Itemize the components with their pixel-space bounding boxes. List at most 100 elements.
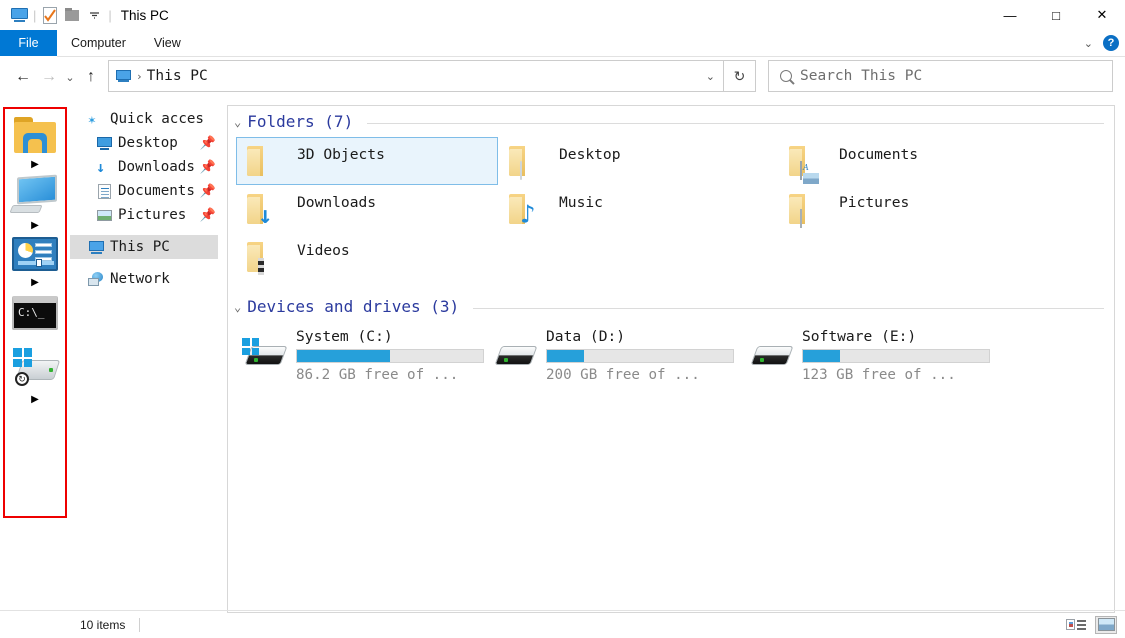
quick-access-toolbar: | | This PC xyxy=(0,0,169,30)
tab-view[interactable]: View xyxy=(140,30,195,56)
drive-name-data-d: Data (D:) xyxy=(546,328,626,345)
forward-button[interactable]: → xyxy=(36,64,62,90)
pin-icon-downloads[interactable]: 📌 xyxy=(200,160,216,175)
search-box[interactable]: Search This PC xyxy=(768,60,1113,92)
search-icon xyxy=(780,70,792,82)
pin-icon-desktop[interactable]: 📌 xyxy=(200,136,216,151)
folder-tile-downloads[interactable]: ↓ Downloads xyxy=(236,185,498,233)
downloads-icon: ↓ xyxy=(96,157,106,176)
item-count-label: 10 items xyxy=(80,617,126,632)
sidebar-item-pictures[interactable]: Pictures 📌 xyxy=(70,203,218,227)
drive-icon xyxy=(748,338,794,378)
breadcrumb-this-pc-icon[interactable] xyxy=(115,69,132,83)
folders-grid: 3D Objects Desktop Documents ↓ Downloads xyxy=(228,133,1114,281)
view-toggle-group xyxy=(1065,615,1117,634)
sidebar-item-documents[interactable]: Documents 📌 xyxy=(70,179,218,203)
new-folder-icon[interactable] xyxy=(61,4,83,26)
windows-drive-icon: ↻ xyxy=(11,348,61,388)
folder-label-3d-objects: 3D Objects xyxy=(297,145,385,163)
maximize-button[interactable]: □ xyxy=(1033,0,1079,30)
annotation-item-folder[interactable]: ▶ xyxy=(14,117,56,176)
folder-tile-music[interactable]: ♪ Music xyxy=(498,185,778,233)
properties-icon[interactable] xyxy=(39,4,61,26)
up-button[interactable]: ↑ xyxy=(78,64,104,90)
pin-icon-pictures[interactable]: 📌 xyxy=(200,208,216,223)
help-icon[interactable]: ? xyxy=(1103,35,1119,51)
breadcrumb-path[interactable]: This PC xyxy=(147,68,208,84)
devices-group-title: Devices and drives (3) xyxy=(247,297,460,316)
sidebar-item-this-pc[interactable]: This PC xyxy=(70,235,218,259)
group-rule xyxy=(473,308,1104,309)
annotation-item-windows-drive[interactable]: ↻ ▶ xyxy=(11,348,61,411)
chevron-down-icon[interactable]: ⌄ xyxy=(234,115,241,129)
back-button[interactable]: ← xyxy=(10,64,36,90)
details-view-icon[interactable] xyxy=(1065,616,1087,634)
sidebar-item-desktop[interactable]: Desktop 📌 xyxy=(70,131,218,155)
drive-free-data-d: 200 GB free of ... xyxy=(546,367,700,383)
close-button[interactable]: ✕ xyxy=(1079,0,1125,30)
address-field[interactable]: › This PC ⌄ xyxy=(108,60,724,92)
tab-computer[interactable]: Computer xyxy=(57,30,140,56)
annotation-item-control-panel[interactable]: ▶ xyxy=(12,237,58,294)
star-pin-icon: ✶ xyxy=(88,112,96,128)
sidebar-item-network[interactable]: Network xyxy=(70,267,218,291)
qat-divider-2: | xyxy=(108,7,112,23)
sidebar-label-this-pc: This PC xyxy=(110,239,170,255)
content-pane: ⌄ Folders (7) 3D Objects Desktop Documen… xyxy=(227,105,1115,613)
annotation-arrow-2: ▶ xyxy=(31,220,39,231)
folder-tile-documents[interactable]: Documents xyxy=(778,137,1078,185)
minimize-button[interactable]: — xyxy=(987,0,1033,30)
status-divider xyxy=(139,617,141,632)
sidebar-label-desktop: Desktop xyxy=(118,135,178,151)
pictures-icon xyxy=(96,208,113,223)
refresh-button[interactable]: ↻ xyxy=(724,60,756,92)
folder-videos-icon xyxy=(245,238,285,276)
drive-tile-software-e[interactable]: Software (E:) 123 GB free of ... xyxy=(742,324,1042,387)
recent-locations-button[interactable]: ⌄ xyxy=(62,64,78,90)
large-icons-view-icon[interactable] xyxy=(1095,615,1117,634)
windows-drive-icon xyxy=(242,338,288,378)
folder-desktop-icon xyxy=(507,142,547,180)
qat-dropdown-icon[interactable] xyxy=(83,4,105,26)
devices-group-header[interactable]: ⌄ Devices and drives (3) xyxy=(228,291,1114,318)
sidebar-label-network: Network xyxy=(110,271,170,287)
drive-name-software-e: Software (E:) xyxy=(802,328,917,345)
collapse-ribbon-icon[interactable]: ⌄ xyxy=(1084,37,1093,50)
folder-label-documents: Documents xyxy=(839,145,919,163)
folder-label-downloads: Downloads xyxy=(297,193,377,211)
folder-tile-videos[interactable]: Videos xyxy=(236,233,498,281)
folder-label-desktop: Desktop xyxy=(559,145,621,163)
tab-file[interactable]: File xyxy=(0,30,57,56)
this-pc-monitor-icon xyxy=(9,174,59,214)
pin-icon-documents[interactable]: 📌 xyxy=(200,184,216,199)
drive-tile-system-c[interactable]: System (C:) 86.2 GB free of ... xyxy=(236,324,486,387)
annotation-arrow-1: ▶ xyxy=(31,159,39,170)
drive-icon xyxy=(492,338,538,378)
chevron-down-icon[interactable]: ⌄ xyxy=(234,300,241,314)
sidebar-item-downloads[interactable]: ↓ Downloads 📌 xyxy=(70,155,218,179)
annotation-item-this-pc[interactable]: ▶ xyxy=(9,174,59,237)
folders-group-header[interactable]: ⌄ Folders (7) xyxy=(228,106,1114,133)
folder-music-icon: ♪ xyxy=(507,190,547,228)
sidebar-item-quick-access[interactable]: ✶ Quick acces xyxy=(70,107,218,131)
annotation-arrow-3: ▶ xyxy=(31,277,39,288)
annotation-item-command-prompt[interactable]: C:\_ xyxy=(12,296,58,330)
folder-tile-desktop[interactable]: Desktop xyxy=(498,137,778,185)
folder-tile-pictures[interactable]: Pictures xyxy=(778,185,1078,233)
drive-usage-bar-data-d xyxy=(546,349,734,363)
window-title: This PC xyxy=(120,7,169,23)
folder-tile-3d-objects[interactable]: 3D Objects xyxy=(236,137,498,185)
navigation-pane: ✶ Quick acces Desktop 📌 ↓ Downloads 📌 Do… xyxy=(70,107,218,607)
window-controls: — □ ✕ xyxy=(987,0,1125,30)
folder-3d-objects-icon xyxy=(245,142,285,180)
status-bar: 10 items xyxy=(0,610,1125,638)
qat-divider-1: | xyxy=(33,7,37,23)
address-dropdown-icon[interactable]: ⌄ xyxy=(706,70,715,83)
drive-tile-data-d[interactable]: Data (D:) 200 GB free of ... xyxy=(486,324,742,387)
sidebar-label-pictures: Pictures xyxy=(118,207,187,223)
ribbon-tabs: File Computer View xyxy=(0,30,1125,56)
drive-usage-bar-system-c xyxy=(296,349,484,363)
this-pc-icon[interactable] xyxy=(8,4,30,26)
sidebar-label-quick-access: Quick acces xyxy=(110,111,204,127)
search-input[interactable]: Search This PC xyxy=(800,68,922,84)
